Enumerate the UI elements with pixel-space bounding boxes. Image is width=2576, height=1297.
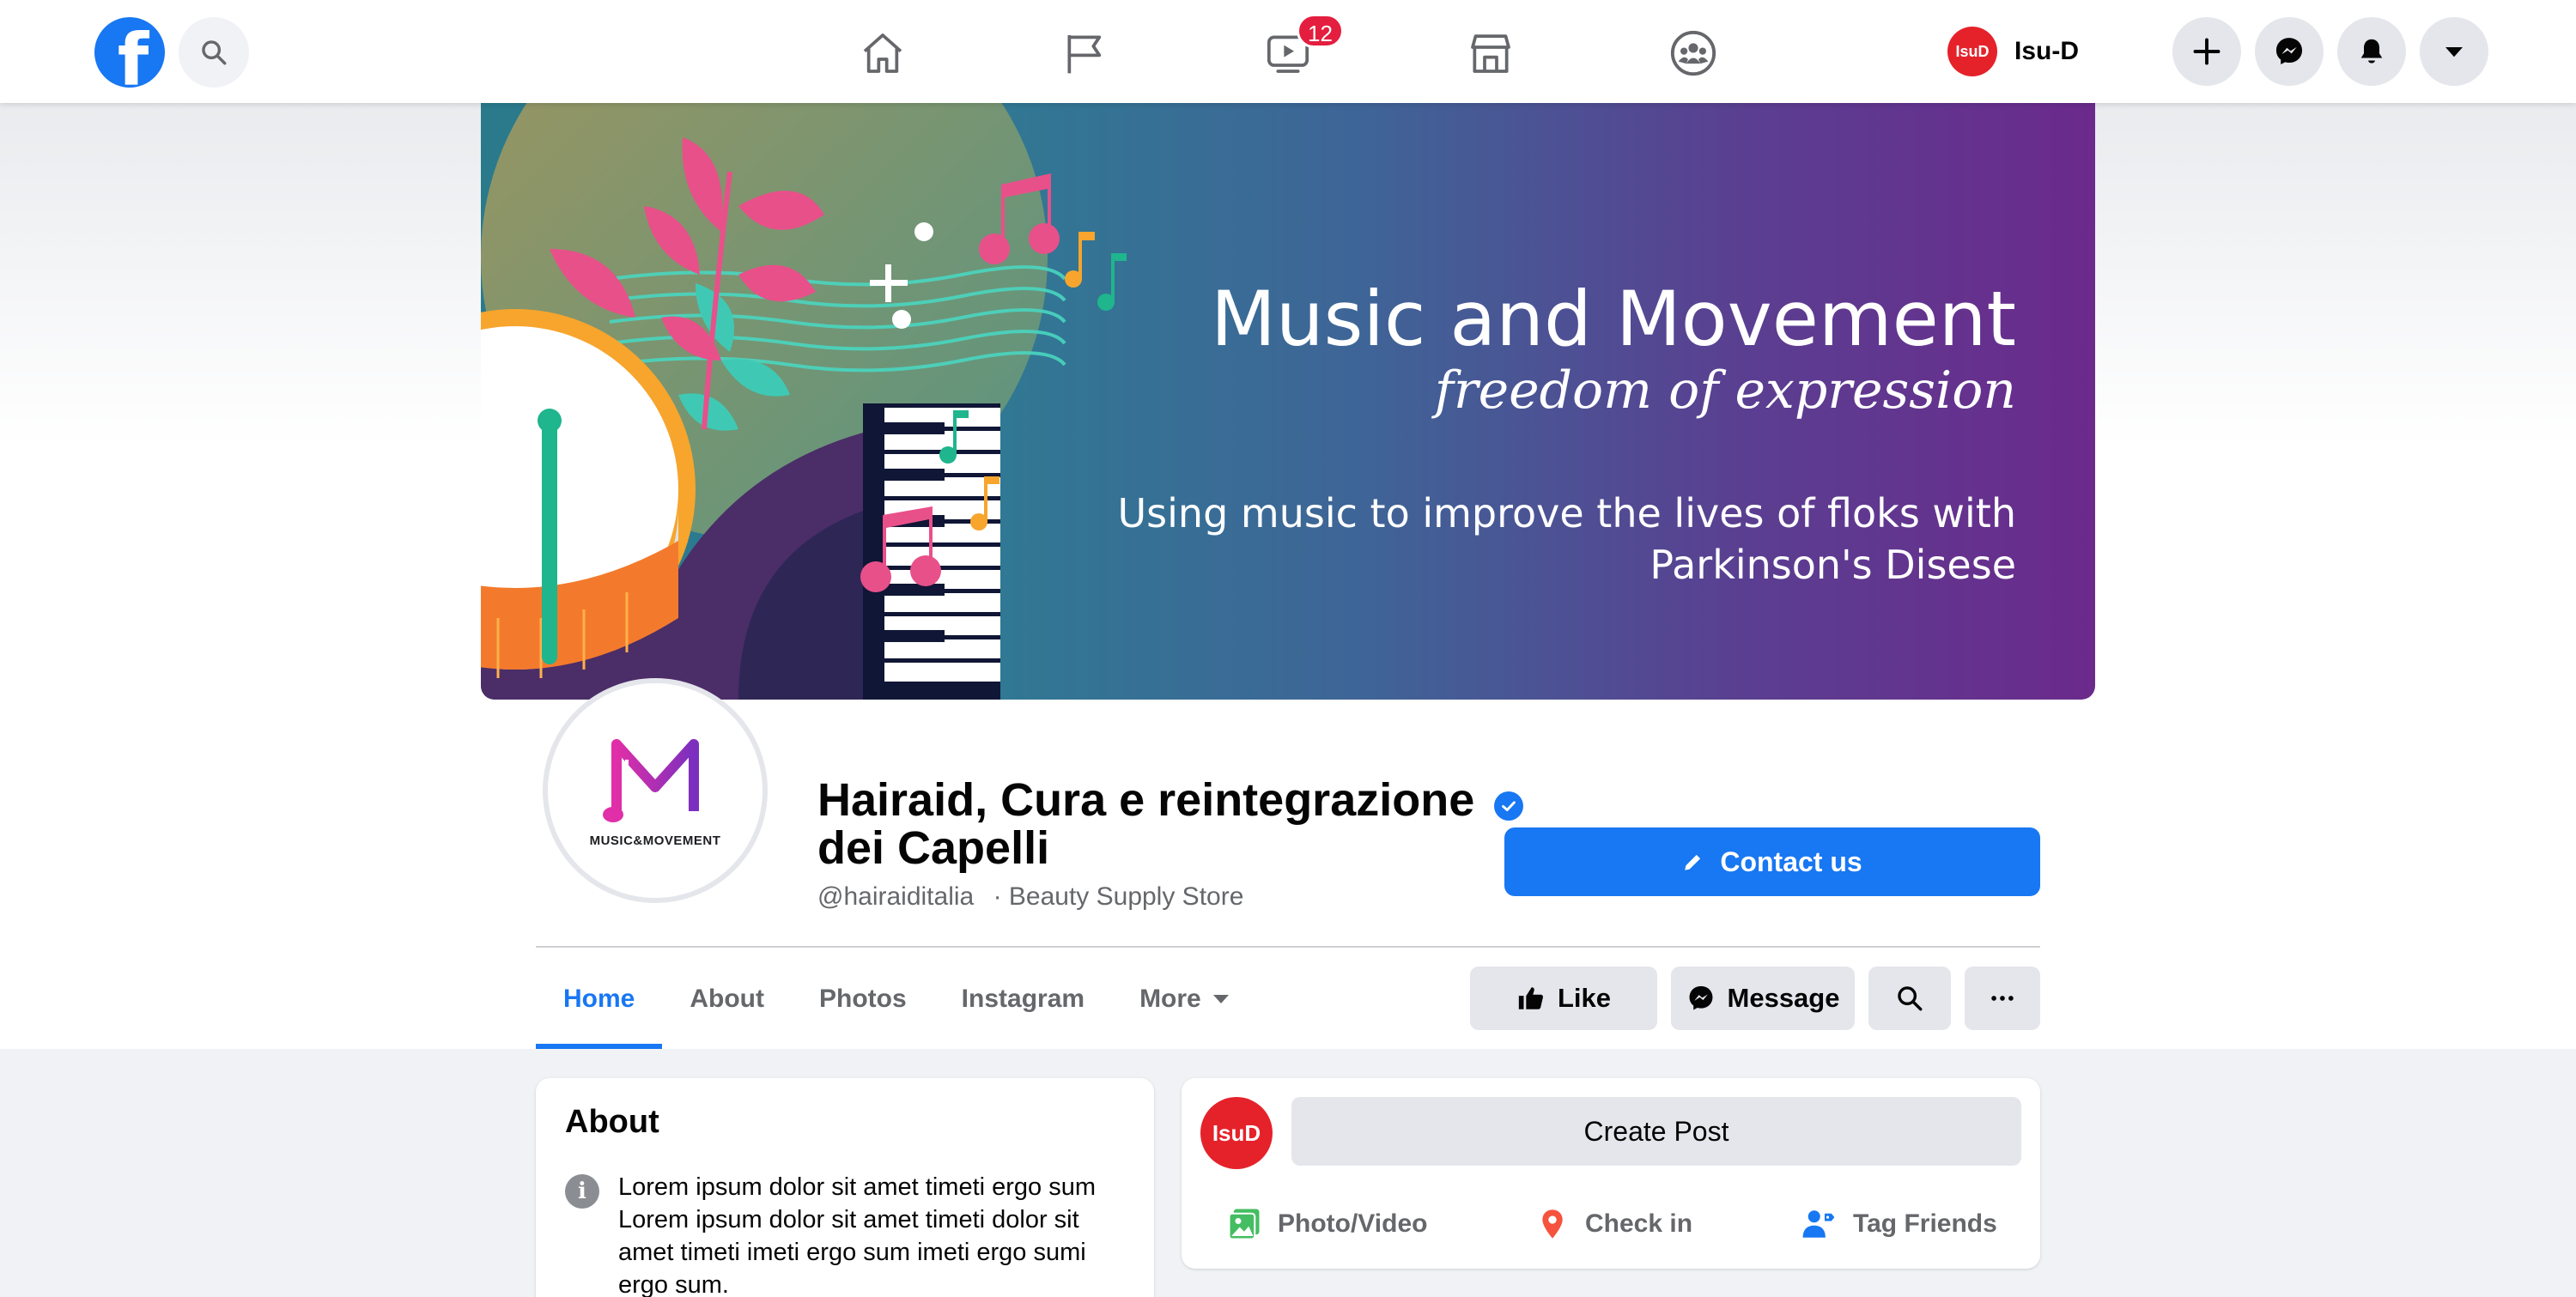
- photo-icon: [1228, 1209, 1260, 1240]
- notification-badge: 12: [1297, 14, 1344, 48]
- check-in-label: Check in: [1585, 1209, 1693, 1238]
- tab-photos[interactable]: Photos: [792, 949, 934, 1049]
- tag-people-icon: [1802, 1210, 1835, 1238]
- header-divider: [536, 946, 2040, 948]
- message-button[interactable]: Message: [1671, 967, 1855, 1030]
- cover-text: Using music to improve the lives of flok…: [1117, 490, 2016, 588]
- create-post-button[interactable]: Create Post: [1291, 1097, 2021, 1166]
- info-icon: i: [565, 1174, 599, 1209]
- tab-about-label: About: [690, 985, 764, 1013]
- photo-video-label: Photo/Video: [1278, 1209, 1428, 1238]
- contact-us-label: Contact us: [1720, 845, 1862, 877]
- tag-friends-button[interactable]: Tag Friends: [1800, 1198, 1997, 1250]
- about-description: Lorem ipsum dolor sit amet timeti ergo s…: [618, 1173, 1097, 1297]
- tab-photos-label: Photos: [819, 985, 907, 1013]
- messenger-icon: [2275, 38, 2303, 65]
- bell-icon: [2360, 39, 2383, 64]
- tab-more-label: More: [1139, 985, 1201, 1013]
- user-name: Isu-D: [2014, 37, 2079, 65]
- search-icon: [202, 40, 227, 65]
- page-search-button[interactable]: [1868, 967, 1951, 1030]
- nav-marketplace-button[interactable]: [1456, 19, 1525, 88]
- marketplace-icon: [1471, 34, 1510, 73]
- page-category: · Beauty Supply Store: [993, 882, 1244, 911]
- more-options-button[interactable]: [1965, 967, 2040, 1030]
- tab-instagram-label: Instagram: [961, 985, 1085, 1013]
- flag-icon: [1067, 35, 1102, 74]
- verified-badge-icon: [1494, 791, 1523, 821]
- check-in-button[interactable]: Check in: [1535, 1198, 1692, 1250]
- messenger-button[interactable]: [2255, 17, 2324, 86]
- notifications-button[interactable]: [2337, 17, 2406, 86]
- groups-icon: [1670, 30, 1716, 76]
- caret-down-icon: [1212, 995, 1229, 1003]
- cover-title: Music and Movement: [1210, 275, 2016, 363]
- search-button[interactable]: [179, 17, 249, 88]
- photo-video-button[interactable]: Photo/Video: [1226, 1198, 1427, 1250]
- about-card: About i Lorem ipsum dolor sit amet timet…: [536, 1078, 1154, 1297]
- facebook-logo-icon[interactable]: f: [94, 17, 165, 88]
- messenger-icon: [1689, 985, 1712, 1010]
- tab-about[interactable]: About: [662, 949, 792, 1049]
- top-navigation-bar: f 12 IsuD Isu-D: [0, 0, 2576, 103]
- thumbs-up-icon: [1518, 987, 1543, 1009]
- tab-home-label: Home: [563, 985, 635, 1013]
- page-username: @hairaiditalia: [817, 882, 975, 911]
- account-menu-button[interactable]: [2420, 17, 2488, 86]
- page-title: Hairaid, Cura e reintegrazione dei Capel…: [817, 774, 1475, 874]
- music-movement-logo-icon: [603, 738, 699, 822]
- search-icon: [1898, 986, 1923, 1011]
- page-handle: @hairaiditalia · Beauty Supply Store: [817, 882, 1243, 912]
- contact-us-button[interactable]: Contact us: [1504, 827, 2040, 896]
- tab-instagram[interactable]: Instagram: [934, 949, 1112, 1049]
- nav-pages-button[interactable]: [1051, 19, 1120, 88]
- cover-photo[interactable]: Music and Movement freedom of expression…: [481, 103, 2095, 700]
- avatar: IsuD: [1200, 1097, 1273, 1169]
- profile-shortcut[interactable]: IsuD Isu-D: [1947, 24, 2079, 79]
- tab-more[interactable]: More: [1112, 949, 1256, 1049]
- pencil-icon: [1685, 854, 1701, 870]
- about-heading: About: [565, 1104, 659, 1140]
- avatar: IsuD: [1947, 27, 1997, 76]
- like-button[interactable]: Like: [1470, 967, 1657, 1030]
- tag-friends-label: Tag Friends: [1853, 1209, 1997, 1238]
- location-pin-icon: [1542, 1209, 1563, 1239]
- chevron-down-icon: [2445, 47, 2463, 58]
- message-label: Message: [1727, 983, 1840, 1013]
- profile-picture[interactable]: MUSIC&MOVEMENT: [543, 678, 768, 903]
- page-tabs: Home About Photos Instagram More: [536, 949, 1256, 1049]
- nav-groups-button[interactable]: [1659, 19, 1728, 88]
- logo-caption: MUSIC&MOVEMENT: [589, 833, 721, 848]
- create-button[interactable]: [2172, 17, 2241, 86]
- tab-home[interactable]: Home: [536, 949, 663, 1049]
- nav-home-button[interactable]: [848, 19, 917, 88]
- create-post-card: IsuD Create Post Photo/Video Check in Ta…: [1182, 1078, 2040, 1269]
- cover-illustration: [481, 103, 1127, 700]
- home-icon: [863, 33, 902, 73]
- ellipsis-icon: [1991, 996, 2014, 1001]
- like-label: Like: [1557, 983, 1612, 1013]
- plus-icon: [2193, 38, 2221, 65]
- cover-subtitle: freedom of expression: [1434, 361, 2016, 421]
